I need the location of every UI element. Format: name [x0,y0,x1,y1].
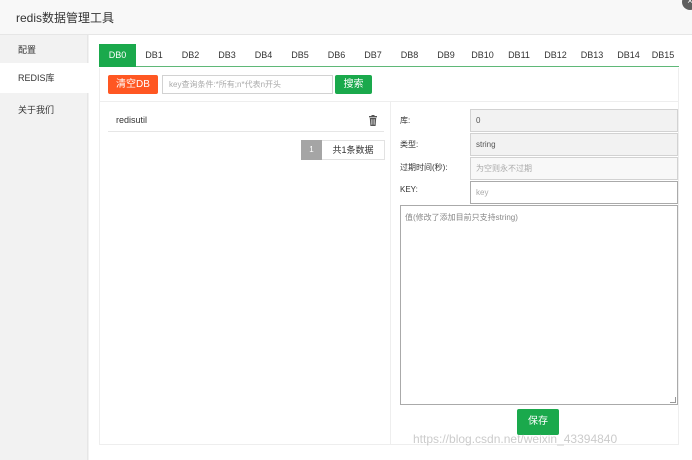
value-placeholder: 值(修改了添加目前只支持string) [405,213,518,222]
trash-icon[interactable] [368,115,378,126]
tab-db9[interactable]: DB9 [428,44,464,67]
ttl-field[interactable]: 为空则永不过期 [470,157,678,180]
tab-db8[interactable]: DB8 [391,44,428,67]
db-label: 库: [400,116,411,125]
tab-db14[interactable]: DB14 [610,44,647,67]
resize-handle[interactable] [670,397,676,403]
key-name[interactable]: redisutil [116,115,147,125]
tab-db13[interactable]: DB13 [574,44,610,67]
pagination: 1 共1条数据 [301,140,385,160]
tab-db4[interactable]: DB4 [245,44,282,67]
tab-db0[interactable]: DB0 [99,44,136,67]
type-field: string [470,133,678,156]
total-count: 共1条数据 [322,140,385,160]
key-label: KEY: [400,185,418,194]
toolbar: 清空DB key查询条件:*所有;n*代表n开头 搜索 [99,68,679,102]
search-input[interactable]: key查询条件:*所有;n*代表n开头 [162,75,333,94]
tab-db10[interactable]: DB10 [464,44,501,67]
sidebar-item-about[interactable]: 关于我们 [0,95,88,125]
clear-db-button[interactable]: 清空DB [108,75,158,94]
db-tabs: DB0 DB1 DB2 DB3 DB4 DB5 DB6 DB7 DB8 DB9 … [99,44,679,67]
tab-db3[interactable]: DB3 [209,44,245,67]
close-icon[interactable]: × [682,0,692,10]
list-item[interactable]: redisutil [108,110,384,132]
key-list-pane: redisutil 1 共1条数据 [100,102,391,444]
tab-db1[interactable]: DB1 [136,44,172,67]
ttl-label: 过期时间(秒): [400,163,448,172]
tab-db15[interactable]: DB15 [647,44,679,67]
tab-db7[interactable]: DB7 [355,44,391,67]
db-field: 0 [470,109,678,132]
title-bar: redis数据管理工具 × [0,0,692,35]
sidebar-item-config[interactable]: 配置 [0,35,88,65]
tab-db12[interactable]: DB12 [537,44,574,67]
tab-db6[interactable]: DB6 [318,44,355,67]
value-textarea[interactable]: 值(修改了添加目前只支持string) [400,205,678,405]
watermark: https://blog.csdn.net/weixin_43394840 [413,432,618,446]
tab-db5[interactable]: DB5 [282,44,318,67]
key-field[interactable]: key [470,181,678,204]
content-area: redisutil 1 共1条数据 库: 0 类型: string 过期时间(秒… [99,102,679,445]
type-label: 类型: [400,140,419,149]
search-button[interactable]: 搜索 [335,75,372,94]
main-panel: DB0 DB1 DB2 DB3 DB4 DB5 DB6 DB7 DB8 DB9 … [89,35,692,460]
detail-pane: 库: 0 类型: string 过期时间(秒): 为空则永不过期 KEY: ke… [392,102,680,444]
window-title: redis数据管理工具 [16,11,115,25]
tab-db2[interactable]: DB2 [172,44,209,67]
sidebar-item-redis[interactable]: REDIS库 [0,63,89,93]
tab-db11[interactable]: DB11 [501,44,537,67]
page-number[interactable]: 1 [301,140,322,160]
sidebar: 配置 REDIS库 关于我们 [0,35,89,460]
